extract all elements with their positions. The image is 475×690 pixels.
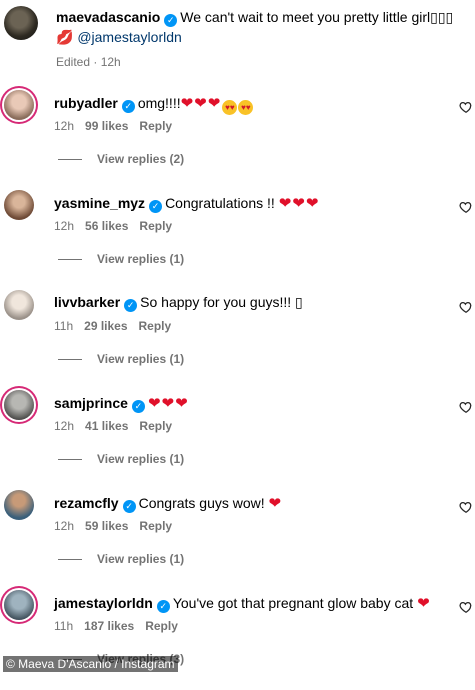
- post-caption: maevadascanio ✓ We can't wait to meet you …: [0, 0, 475, 75]
- avatar[interactable]: [4, 290, 34, 320]
- reply-button[interactable]: Reply: [139, 119, 172, 133]
- comment-item: jamestaylorldn ✓ You've got that pregnant …: [0, 590, 475, 690]
- view-replies-button[interactable]: View replies (1): [58, 552, 184, 566]
- divider: [58, 359, 82, 361]
- kiss-mark-icon: 💋: [56, 29, 74, 45]
- view-replies-button[interactable]: View replies (2): [58, 152, 184, 166]
- comment-time: 12h: [54, 519, 75, 533]
- heart-emoji-icon: ❤: [417, 595, 431, 612]
- verified-icon: ✓: [149, 200, 163, 213]
- avatar[interactable]: [4, 90, 34, 120]
- reply-button[interactable]: Reply: [139, 319, 172, 333]
- reply-button[interactable]: Reply: [139, 519, 172, 533]
- likes-count[interactable]: 41 likes: [85, 419, 128, 433]
- heart-outline-icon[interactable]: [459, 500, 473, 514]
- comment-username[interactable]: rezamcfly: [54, 495, 119, 511]
- heart-eyes-emoji-icon: ♥♥: [238, 100, 254, 115]
- comment-text: yasmine_myz ✓ Congratulations !! ❤❤❤: [54, 194, 319, 213]
- divider: [58, 259, 82, 261]
- verified-icon: ✓: [124, 299, 138, 312]
- heart-emoji-icon: ❤❤❤: [278, 195, 320, 212]
- comment-meta: 12h 41 likes Reply: [54, 419, 183, 433]
- heart-outline-icon[interactable]: [459, 400, 473, 414]
- heart-outline-icon[interactable]: [459, 100, 473, 114]
- comment-text: samjprince ✓ ❤❤❤: [54, 394, 189, 413]
- comment-text: rubyadler ✓ omg!!!!❤❤❤ ♥♥ ♥♥: [54, 94, 254, 115]
- caption-username[interactable]: maevadascanio: [56, 9, 160, 25]
- verified-icon: ✓: [164, 14, 178, 27]
- comment-username[interactable]: livvbarker: [54, 294, 120, 310]
- comment-time: 11h: [54, 319, 74, 333]
- comment-text: livvbarker ✓ So happy for you guys!!! ▯: [54, 294, 303, 312]
- comment-text: jamestaylorldn ✓ You've got that pregnant …: [54, 594, 431, 613]
- comment-body: You've got that pregnant glow baby cat: [172, 595, 414, 611]
- likes-count[interactable]: 29 likes: [84, 319, 127, 333]
- comment-item: yasmine_myz ✓ Congratulations !! ❤❤❤ 12h 56…: [0, 190, 475, 290]
- comment-time: 12h: [54, 219, 75, 233]
- comment-item: rubyadler ✓ omg!!!!❤❤❤ ♥♥ ♥♥ 12h 99 likes Repl…: [0, 90, 475, 190]
- image-credit: © Maeva D'Ascanio / Instagram: [3, 656, 178, 672]
- comment-item: rezamcfly ✓ Congrats guys wow! ❤ 12h 59 lik…: [0, 490, 475, 590]
- view-replies-label: View replies (2): [97, 152, 185, 166]
- view-replies-button[interactable]: View replies (1): [58, 252, 184, 266]
- edited-timestamp: Edited · 12h: [56, 55, 121, 69]
- view-replies-label: View replies (1): [97, 552, 185, 566]
- likes-count[interactable]: 59 likes: [85, 519, 128, 533]
- divider: [58, 559, 82, 561]
- comment-username[interactable]: jamestaylorldn: [54, 595, 153, 611]
- comment-item: samjprince ✓ ❤❤❤ 12h 41 likes Reply View rep…: [0, 390, 475, 490]
- reply-button[interactable]: Reply: [145, 619, 178, 633]
- caption-text: We can't wait to meet you pretty little …: [180, 9, 454, 25]
- comment-item: livvbarker ✓ So happy for you guys!!! ▯ 11…: [0, 290, 475, 390]
- avatar[interactable]: [4, 390, 34, 420]
- comment-meta: 11h 187 likes Reply: [54, 619, 189, 633]
- heart-outline-icon[interactable]: [459, 200, 473, 214]
- likes-count[interactable]: 187 likes: [84, 619, 134, 633]
- heart-outline-icon[interactable]: [459, 600, 473, 614]
- comment-meta: 12h 99 likes Reply: [54, 119, 183, 133]
- mention-link[interactable]: @jamestaylorldn: [77, 29, 181, 45]
- comment-body: So happy for you guys!!! ▯: [140, 294, 303, 310]
- comment-meta: 12h 59 likes Reply: [54, 519, 183, 533]
- comment-body: omg!!!!: [137, 95, 181, 111]
- comment-meta: 11h 29 likes Reply: [54, 319, 182, 333]
- divider: [58, 459, 82, 461]
- avatar[interactable]: [4, 590, 34, 620]
- caption-line: maevadascanio ✓ We can't wait to meet you …: [56, 9, 453, 27]
- comment-text: rezamcfly ✓ Congrats guys wow! ❤: [54, 494, 282, 513]
- comment-time: 11h: [54, 619, 74, 633]
- likes-count[interactable]: 99 likes: [85, 119, 128, 133]
- view-replies-label: View replies (1): [97, 452, 185, 466]
- verified-icon: ✓: [131, 400, 145, 413]
- view-replies-button[interactable]: View replies (1): [58, 452, 184, 466]
- likes-count[interactable]: 56 likes: [85, 219, 128, 233]
- comment-time: 12h: [54, 419, 75, 433]
- avatar[interactable]: [4, 6, 38, 40]
- verified-icon: ✓: [121, 100, 135, 113]
- reply-button[interactable]: Reply: [139, 219, 172, 233]
- comment-body: Congrats guys wow!: [138, 495, 265, 511]
- divider: [58, 159, 82, 161]
- comment-username[interactable]: yasmine_myz: [54, 195, 145, 211]
- avatar[interactable]: [4, 490, 34, 520]
- heart-emoji-icon: ❤❤❤: [180, 95, 222, 112]
- heart-outline-icon[interactable]: [459, 300, 473, 314]
- view-replies-button[interactable]: View replies (1): [58, 352, 184, 366]
- verified-icon: ✓: [122, 500, 136, 513]
- heart-emoji-icon: ❤❤❤: [147, 395, 189, 412]
- heart-eyes-emoji-icon: ♥♥: [222, 100, 238, 115]
- comment-meta: 12h 56 likes Reply: [54, 219, 183, 233]
- view-replies-label: View replies (1): [97, 252, 185, 266]
- heart-emoji-icon: ❤: [268, 495, 283, 512]
- comment-username[interactable]: samjprince: [54, 395, 128, 411]
- caption-line-2: 💋 @jamestaylorldn: [56, 29, 182, 46]
- comment-username[interactable]: rubyadler: [54, 95, 118, 111]
- comment-body: Congratulations !!: [165, 195, 275, 211]
- comment-time: 12h: [54, 119, 75, 133]
- view-replies-label: View replies (1): [97, 352, 185, 366]
- reply-button[interactable]: Reply: [139, 419, 172, 433]
- avatar[interactable]: [4, 190, 34, 220]
- verified-icon: ✓: [156, 600, 170, 613]
